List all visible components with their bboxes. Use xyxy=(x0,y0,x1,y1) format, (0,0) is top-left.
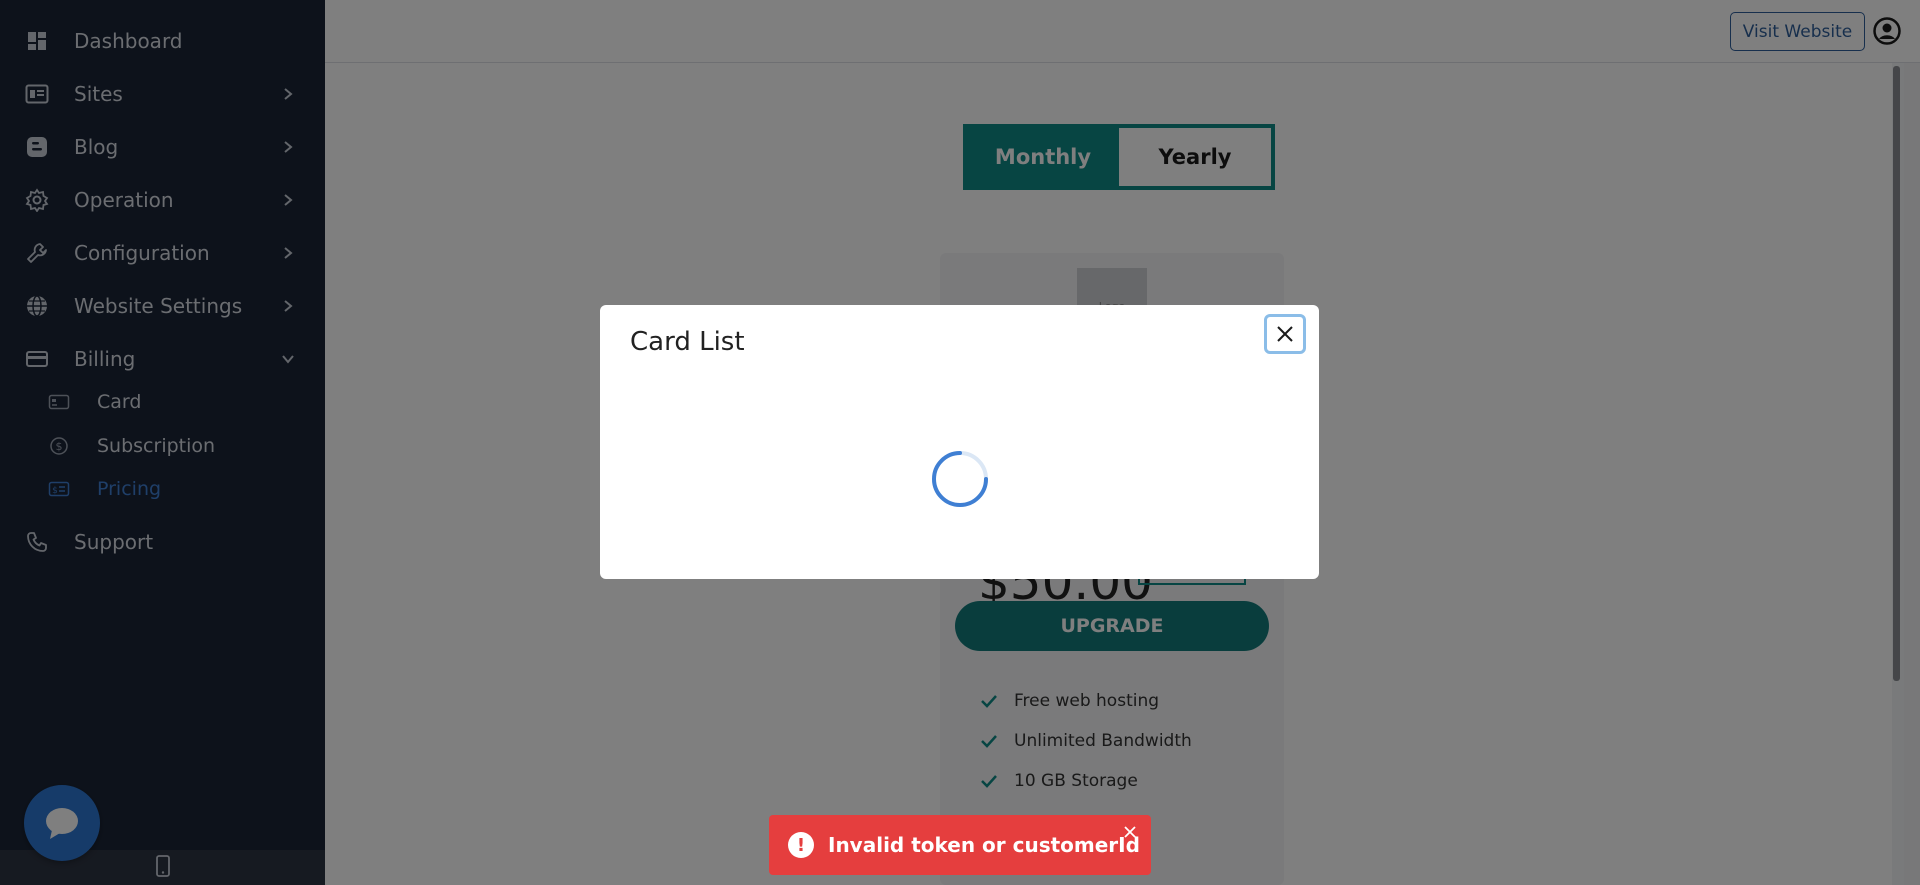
loading-spinner-icon xyxy=(930,449,990,509)
toast-close-icon[interactable] xyxy=(1121,823,1139,841)
modal-title: Card List xyxy=(630,327,745,357)
modal-close-button[interactable] xyxy=(1264,314,1306,354)
error-toast: ! Invalid token or customerId xyxy=(769,815,1151,875)
alert-icon: ! xyxy=(788,832,814,858)
card-list-modal: Card List xyxy=(600,305,1319,579)
toast-message: Invalid token or customerId xyxy=(828,833,1140,857)
close-icon xyxy=(1277,326,1293,342)
